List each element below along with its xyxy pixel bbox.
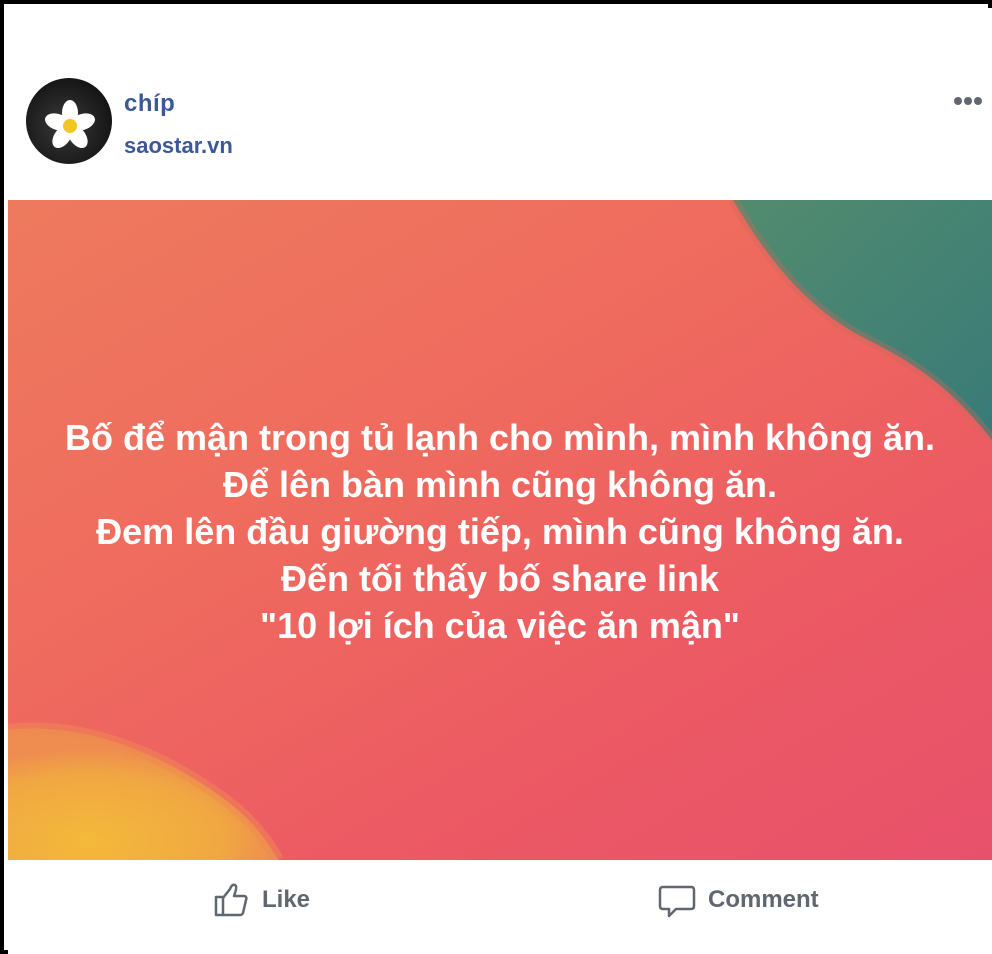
post-text-line: Để lên bàn mình cũng không ăn. — [222, 464, 778, 505]
comment-label: Comment — [708, 886, 819, 913]
comment-button[interactable]: Comment — [658, 880, 819, 920]
author-avatar[interactable] — [26, 78, 112, 164]
like-label: Like — [262, 886, 311, 913]
post-card: chíp saostar.vn Bố để mận trong tủ lạnh … — [0, 0, 992, 954]
thumbs-up-icon — [214, 883, 248, 917]
post-actions-bar: Like Comment — [8, 860, 992, 954]
post-text-line: Đến tối thấy bố share link — [280, 558, 720, 599]
frangipani-flower-icon — [45, 100, 95, 149]
author-subtitle[interactable]: saostar.vn — [124, 133, 233, 159]
more-options-icon[interactable] — [948, 86, 988, 116]
post-header: chíp saostar.vn — [8, 8, 992, 200]
post-text-line: "10 lợi ích của việc ăn mận" — [260, 605, 740, 646]
post-text-line: Đem lên đầu giường tiếp, mình cũng không… — [96, 511, 904, 552]
comment-bubble-icon — [658, 885, 696, 918]
author-name[interactable]: chíp — [124, 90, 175, 118]
post-image-text: Bố để mận trong tủ lạnh cho mình, mình k… — [8, 414, 992, 649]
like-button[interactable]: Like — [212, 880, 310, 920]
post-image[interactable]: Bố để mận trong tủ lạnh cho mình, mình k… — [8, 200, 992, 860]
post-text-line: Bố để mận trong tủ lạnh cho mình, mình k… — [65, 417, 935, 458]
